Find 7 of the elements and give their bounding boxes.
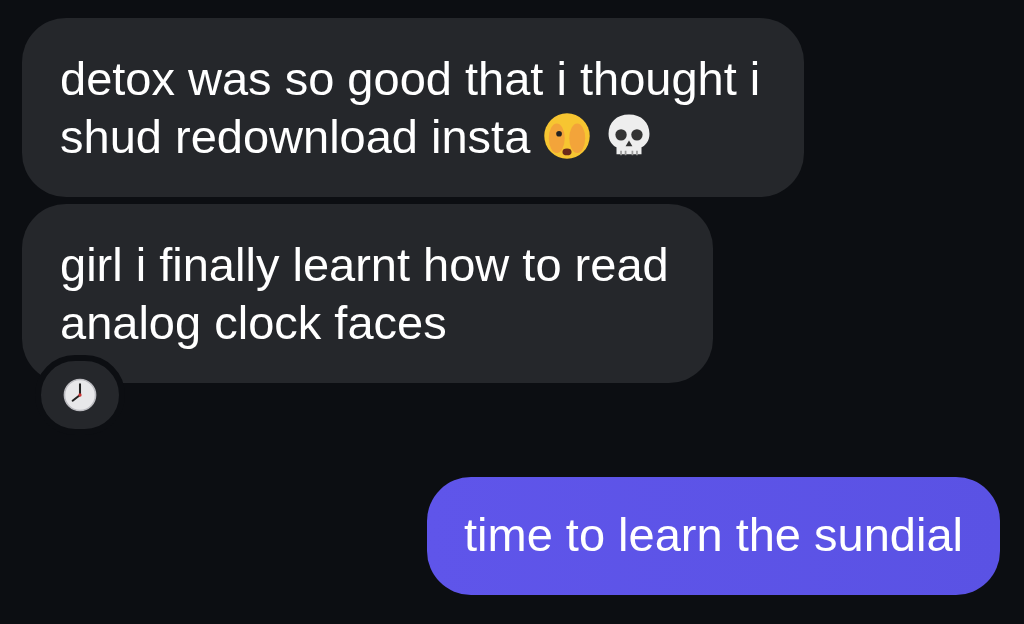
message-text: girl i finally learnt how to read	[60, 238, 669, 291]
message-text: detox was so good that i thought i	[60, 52, 761, 105]
message-text: time to learn the sundial	[464, 508, 963, 561]
face-icon	[542, 111, 593, 161]
message-text: analog clock faces	[60, 296, 447, 349]
message-text: shud redownload insta	[60, 110, 531, 163]
clock-icon	[62, 377, 98, 413]
